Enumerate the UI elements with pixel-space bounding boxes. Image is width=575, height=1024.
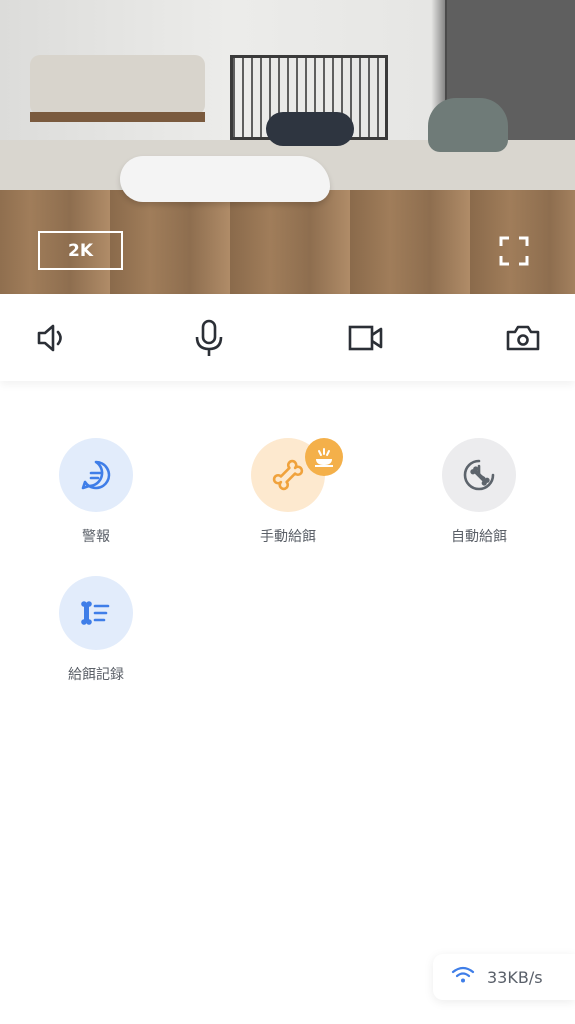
feed-sofa-base (30, 112, 205, 122)
feed-towel (120, 156, 330, 202)
fullscreen-icon[interactable] (498, 235, 530, 267)
feed-pet-bed (266, 112, 354, 146)
feeding-bowl-badge-icon (305, 438, 343, 476)
feed-log-label: 給餌記録 (68, 667, 124, 683)
feed-log-feature[interactable]: 給餌記録 (26, 576, 166, 684)
network-speed-text: 33KB/s (487, 967, 543, 987)
feed-sofa (30, 55, 205, 115)
manual-feed-label: 手動給餌 (260, 529, 316, 545)
auto-feed-icon (442, 438, 516, 512)
wifi-icon (451, 966, 475, 988)
network-speed-indicator: 33KB/s (433, 954, 575, 1000)
auto-feed-feature[interactable]: 自動給餌 (409, 438, 549, 546)
feed-log-icon (59, 576, 133, 650)
camera-feed[interactable]: 2K (0, 0, 575, 294)
resolution-button[interactable]: 2K (38, 231, 123, 270)
feed-pouf (428, 98, 508, 152)
speaker-icon[interactable] (30, 316, 74, 360)
auto-feed-label: 自動給餌 (451, 529, 507, 545)
alert-label: 警報 (82, 529, 110, 545)
alert-message-icon (59, 438, 133, 512)
video-record-icon[interactable] (344, 316, 388, 360)
control-bar (0, 294, 575, 381)
alert-feature[interactable]: 警報 (26, 438, 166, 546)
camera-icon[interactable] (501, 316, 545, 360)
microphone-icon[interactable] (187, 316, 231, 360)
